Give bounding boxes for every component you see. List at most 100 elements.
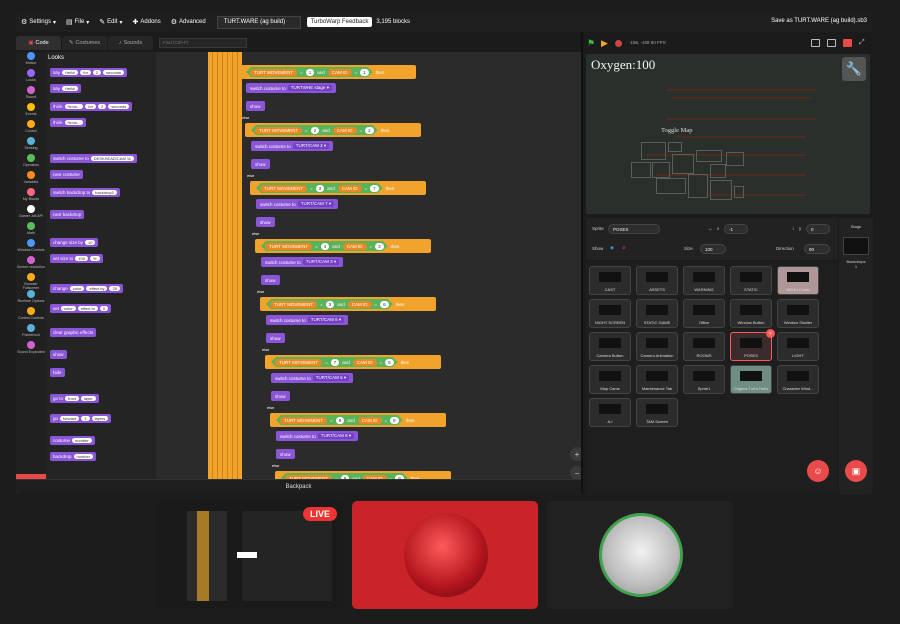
small-stage-icon[interactable] (811, 39, 820, 47)
block-input[interactable]: 100 (75, 256, 88, 261)
category-looks[interactable]: Looks (16, 69, 46, 86)
value-input[interactable]: 6 (380, 301, 389, 308)
zoom-out-icon[interactable]: − (570, 466, 581, 480)
value-input[interactable]: 2 (365, 127, 374, 134)
sprite-tile[interactable]: A.I (589, 398, 631, 427)
palette-block[interactable]: show (50, 350, 67, 359)
value-input[interactable]: 1 (306, 69, 315, 76)
y-input[interactable]: 0 (806, 224, 830, 234)
block-input[interactable]: DESKHEAD/CAM 11 (90, 156, 135, 161)
addons-button[interactable]: ✚ Addons (128, 18, 166, 26)
variable-reporter[interactable]: CAM ID (358, 417, 382, 424)
palette-block[interactable]: think Hmm... (50, 118, 87, 127)
sprite-tile[interactable]: Office (683, 299, 725, 328)
sprite-tile[interactable]: Camera Button (589, 332, 631, 361)
block-input[interactable]: effect to (77, 306, 98, 311)
if-condition-block[interactable]: TURT MOVEMENT = 8 and CAM ID = 8 then (270, 413, 446, 427)
sprite-tile[interactable]: Map Cams (589, 365, 631, 394)
block-input[interactable]: effect by (86, 286, 108, 291)
variable-reporter[interactable]: TURT MOVEMENT (265, 243, 312, 250)
sprite-tile[interactable]: Maintenance Tab (636, 365, 678, 394)
value-input[interactable]: 5 (326, 301, 335, 308)
category-sound-expanded[interactable]: Sound Expanded (16, 341, 46, 358)
category-sound[interactable]: Sound (16, 86, 46, 103)
value-input[interactable]: 3 (316, 185, 325, 192)
variable-reporter[interactable]: TURT MOVEMENT (275, 359, 322, 366)
sprite-tile[interactable]: Window Shutter (777, 299, 819, 328)
block-input[interactable]: Hmm... (64, 104, 84, 109)
block-input[interactable]: front (65, 396, 80, 401)
and-operator-block[interactable]: TURT MOVEMENT = 8 and CAM ID = 8 (276, 415, 403, 425)
switch-costume-block[interactable]: switch costume to TURT/CAM 2 ▾ (251, 141, 334, 151)
palette-block[interactable]: switch costume to DESKHEAD/CAM 11 (50, 154, 138, 163)
palette-block[interactable]: set size to 100% (50, 254, 103, 263)
block-input[interactable]: number (73, 454, 94, 459)
show-block[interactable]: show (271, 391, 290, 401)
category-window-controls[interactable]: Window Controls (16, 239, 46, 256)
and-operator-block[interactable]: TURT MOVEMENT = 5 and CAM ID = 6 (266, 299, 393, 309)
palette-block[interactable]: go to front layer (50, 394, 99, 403)
advanced-menu[interactable]: ⚙ Advanced (166, 18, 211, 26)
palette-block[interactable]: go forward 1 layers (50, 414, 112, 423)
delete-icon[interactable]: × (766, 329, 775, 338)
switch-costume-block[interactable]: switch costume to TURT/CAM 5 ▾ (271, 373, 354, 383)
sprite-tile[interactable]: Camera Animation (636, 332, 678, 361)
block-input[interactable]: Hello! (62, 86, 79, 91)
sprite-tile[interactable]: ROOMS (683, 332, 725, 361)
palette-block[interactable]: next costume (50, 170, 83, 179)
and-operator-block[interactable]: TURT MOVEMENT = 2 and CAM ID = 2 (251, 125, 378, 135)
value-input[interactable]: 7 (370, 185, 379, 192)
toggle-map-button[interactable]: Toggle Map (661, 127, 693, 134)
variable-reporter[interactable]: CAM ID (343, 243, 367, 250)
large-stage-icon[interactable] (827, 39, 836, 47)
stage-target-panel[interactable]: Stage Backdrops 1 (839, 218, 873, 494)
palette-block[interactable]: backdrop number (50, 452, 97, 461)
block-input[interactable]: for (80, 70, 91, 75)
value-input[interactable]: 8 (390, 417, 399, 424)
if-condition-block[interactable]: TURT MOVEMENT = 1 and CAM ID = 1 then (240, 65, 416, 79)
if-condition-block[interactable]: TURT MOVEMENT = 5 and CAM ID = 6 then (260, 297, 436, 311)
if-condition-block[interactable]: TURT MOVEMENT = 3 and CAM ID = 7 then (250, 181, 426, 195)
category-math[interactable]: Math (16, 222, 46, 239)
palette-block[interactable]: clear graphic effects (50, 328, 97, 337)
tab-costumes[interactable]: ✎ Costumes (62, 36, 107, 50)
show-block[interactable]: show (266, 333, 285, 343)
costume-dropdown[interactable]: TURT/CAM 5 ▾ (312, 375, 350, 381)
variable-reporter[interactable]: CAM ID (328, 69, 352, 76)
sprite-tile[interactable]: LIGHT (777, 332, 819, 361)
pause-icon[interactable]: ▶ (601, 38, 608, 49)
category-browser-fullscreen[interactable]: Browser Fullscreen (16, 273, 46, 290)
variable-reporter[interactable]: TURT MOVEMENT (270, 301, 317, 308)
palette-block[interactable]: say Hello! (50, 84, 82, 93)
block-input[interactable]: layer (81, 396, 96, 401)
block-input[interactable]: Hmm... (64, 120, 84, 125)
direction-input[interactable]: 90 (804, 244, 830, 254)
variable-reporter[interactable]: TURT MOVEMENT (255, 127, 302, 134)
fullscreen-icon[interactable]: ⤢ (859, 39, 868, 47)
show-visible-icon[interactable]: ◉ (610, 245, 614, 251)
category-pointerlock[interactable]: Pointerlock (16, 324, 46, 341)
block-input[interactable]: 1 (81, 416, 90, 421)
switch-costume-block[interactable]: switch costume to TURT/CAM 7 ▾ (256, 199, 339, 209)
category-sensing[interactable]: Sensing (16, 137, 46, 154)
value-input[interactable]: 5 (385, 359, 394, 366)
hide-icon[interactable]: ⊘ (622, 245, 626, 251)
palette-block[interactable]: switch backdrop to backdrop1 (50, 188, 120, 197)
costume-dropdown[interactable]: TURT/CAM 3 ▾ (302, 259, 340, 265)
settings-menu[interactable]: ⚙ Settings ▾ (16, 18, 61, 26)
block-input[interactable]: backdrop1 (92, 190, 117, 195)
participant-tile-dark[interactable] (547, 501, 733, 609)
costume-dropdown[interactable]: TURT/CAM 8 ▾ (317, 433, 355, 439)
size-input[interactable]: 100 (700, 244, 726, 254)
if-condition-block[interactable]: TURT MOVEMENT = 7 and CAM ID = 5 then (265, 355, 441, 369)
sprite-tile[interactable]: Character Wind... (777, 365, 819, 394)
sprite-tile[interactable]: WARNING (683, 266, 725, 295)
variable-reporter[interactable]: CAM ID (333, 127, 357, 134)
and-operator-block[interactable]: TURT MOVEMENT = 3 and CAM ID = 7 (256, 183, 383, 193)
block-input[interactable]: 10 (85, 240, 96, 245)
sprite-tile[interactable]: STATIC (730, 266, 772, 295)
block-input[interactable]: forward (60, 416, 80, 421)
and-operator-block[interactable]: TURT MOVEMENT = 1 and CAM ID = 1 (246, 67, 373, 77)
category-variables[interactable]: Variables (16, 171, 46, 188)
screen-share-tile[interactable]: ▬ LIVE (157, 501, 343, 609)
